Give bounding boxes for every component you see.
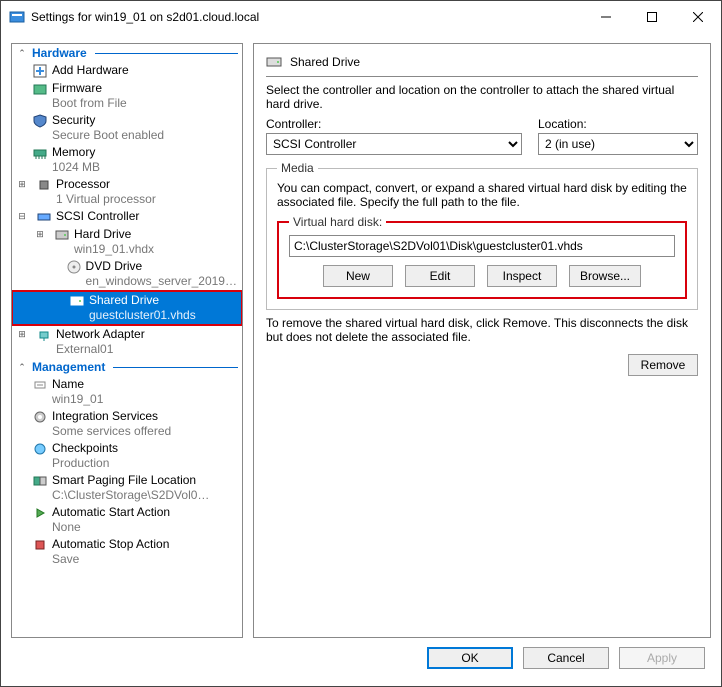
tree-firmware[interactable]: FirmwareBoot from File [12, 80, 242, 112]
window-title: Settings for win19_01 on s2d01.cloud.loc… [31, 10, 259, 24]
browse-button[interactable]: Browse... [569, 265, 641, 287]
section-hardware: ⌃ Hardware [12, 44, 242, 62]
tree-security[interactable]: SecuritySecure Boot enabled [12, 112, 242, 144]
tree-auto-stop[interactable]: Automatic Stop ActionSave [12, 536, 242, 568]
paging-icon [32, 473, 48, 489]
firmware-icon [32, 81, 48, 97]
media-description: You can compact, convert, or expand a sh… [277, 181, 687, 209]
tree-smart-paging[interactable]: Smart Paging File LocationC:\ClusterStor… [12, 472, 242, 504]
start-icon [32, 505, 48, 521]
tree-memory[interactable]: Memory1024 MB [12, 144, 242, 176]
vhd-legend: Virtual hard disk: [289, 215, 386, 229]
panel-title: Shared Drive [290, 55, 360, 69]
panel-description: Select the controller and location on th… [266, 83, 698, 111]
media-legend: Media [277, 161, 318, 175]
tree-dvd[interactable]: DVD Driveen_windows_server_2019_up... [12, 258, 242, 290]
drive-icon [69, 293, 85, 309]
edit-button[interactable]: Edit [405, 265, 475, 287]
media-group: Media You can compact, convert, or expan… [266, 161, 698, 310]
collapse-icon[interactable]: ⊟ [16, 209, 28, 224]
vhd-group: Virtual hard disk: New Edit Inspect Brow… [277, 215, 687, 299]
apply-button[interactable]: Apply [619, 647, 705, 669]
services-icon [32, 409, 48, 425]
close-button[interactable] [675, 1, 721, 33]
new-button[interactable]: New [323, 265, 393, 287]
settings-tree[interactable]: ⌃ Hardware Add Hardware FirmwareBoot fro… [11, 43, 243, 638]
expand-icon[interactable]: ⊞ [16, 327, 28, 342]
remove-description: To remove the shared virtual hard disk, … [266, 316, 698, 344]
tree-checkpoints[interactable]: CheckpointsProduction [12, 440, 242, 472]
memory-icon [32, 145, 48, 161]
disk-icon [54, 227, 70, 243]
tree-network[interactable]: ⊞Network AdapterExternal01 [12, 326, 242, 358]
cancel-button[interactable]: Cancel [523, 647, 609, 669]
tag-icon [32, 377, 48, 393]
panel-header: Shared Drive [266, 52, 698, 77]
tree-name[interactable]: Namewin19_01 [12, 376, 242, 408]
app-icon [9, 9, 25, 25]
maximize-button[interactable] [629, 1, 675, 33]
expand-icon[interactable]: ⊞ [16, 177, 28, 192]
location-select[interactable]: 2 (in use) [538, 133, 698, 155]
tree-auto-start[interactable]: Automatic Start ActionNone [12, 504, 242, 536]
tree-shared-drive[interactable]: Shared Driveguestcluster01.vhds [13, 292, 241, 324]
shield-icon [32, 113, 48, 129]
network-icon [36, 327, 52, 343]
drive-icon [266, 54, 282, 70]
tree-scsi[interactable]: ⊟SCSI Controller [12, 208, 242, 226]
minimize-button[interactable] [583, 1, 629, 33]
expand-icon[interactable]: ⊞ [34, 227, 46, 242]
controller-label: Controller: [266, 117, 522, 131]
stop-icon [32, 537, 48, 553]
cpu-icon [36, 177, 52, 193]
vhd-path-input[interactable] [289, 235, 675, 257]
dialog-footer: OK Cancel Apply [1, 638, 721, 678]
controller-icon [36, 209, 52, 225]
inspect-button[interactable]: Inspect [487, 265, 557, 287]
dvd-icon [66, 259, 82, 275]
controller-select[interactable]: SCSI Controller [266, 133, 522, 155]
checkpoint-icon [32, 441, 48, 457]
collapse-icon[interactable]: ⌃ [16, 48, 28, 59]
tree-integration[interactable]: Integration ServicesSome services offere… [12, 408, 242, 440]
tree-processor[interactable]: ⊞Processor1 Virtual processor [12, 176, 242, 208]
location-label: Location: [538, 117, 698, 131]
remove-button[interactable]: Remove [628, 354, 698, 376]
section-management: ⌃ Management [12, 358, 242, 376]
window-titlebar: Settings for win19_01 on s2d01.cloud.loc… [1, 1, 721, 33]
tree-add-hardware[interactable]: Add Hardware [12, 62, 242, 80]
ok-button[interactable]: OK [427, 647, 513, 669]
collapse-icon[interactable]: ⌃ [16, 362, 28, 373]
details-panel: Shared Drive Select the controller and l… [253, 43, 711, 638]
tree-hard-drive[interactable]: ⊞Hard Drivewin19_01.vhdx [12, 226, 242, 258]
